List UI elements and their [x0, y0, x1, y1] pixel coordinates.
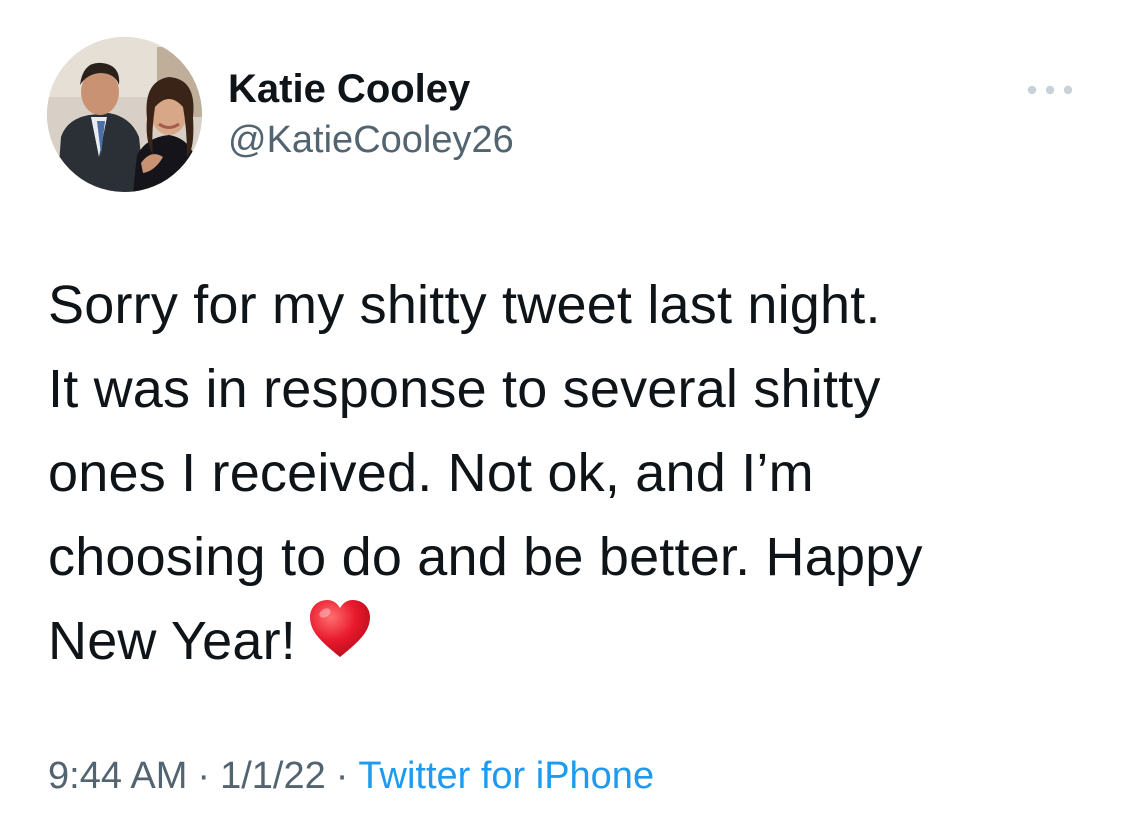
more-horizontal-icon [1027, 85, 1073, 95]
author-handle[interactable]: @KatieCooley26 [228, 118, 514, 162]
avatar[interactable] [47, 37, 202, 192]
tweet-text-line: Sorry for my shitty tweet last night. [48, 275, 881, 335]
avatar-photo [47, 37, 202, 192]
tweet-author: Katie Cooley @KatieCooley26 [228, 66, 514, 162]
tweet-card: Katie Cooley @KatieCooley26 Sorry for my… [0, 0, 1125, 833]
tweet-meta: 9:44 AM · 1/1/22 · Twitter for iPhone [48, 752, 654, 800]
tweet-date[interactable]: 1/1/22 [220, 755, 326, 797]
red-heart-emoji [308, 599, 372, 683]
tweet-text: Sorry for my shitty tweet last night. It… [48, 263, 1098, 687]
tweet-text-last-line: New Year! [48, 599, 1098, 687]
tweet-text-line: It was in response to several shitty [48, 359, 881, 419]
meta-separator: · [335, 755, 349, 797]
tweet-time[interactable]: 9:44 AM [48, 755, 187, 797]
author-display-name[interactable]: Katie Cooley [228, 66, 514, 112]
tweet-text-line: ones I received. Not ok, and I’m [48, 443, 814, 503]
meta-separator: · [197, 755, 211, 797]
tweet-text-line: choosing to do and be better. Happy [48, 527, 923, 587]
more-options-button[interactable] [1024, 80, 1076, 100]
tweet-source-link[interactable]: Twitter for iPhone [358, 755, 654, 797]
tweet-text-line: New Year! [48, 611, 296, 671]
